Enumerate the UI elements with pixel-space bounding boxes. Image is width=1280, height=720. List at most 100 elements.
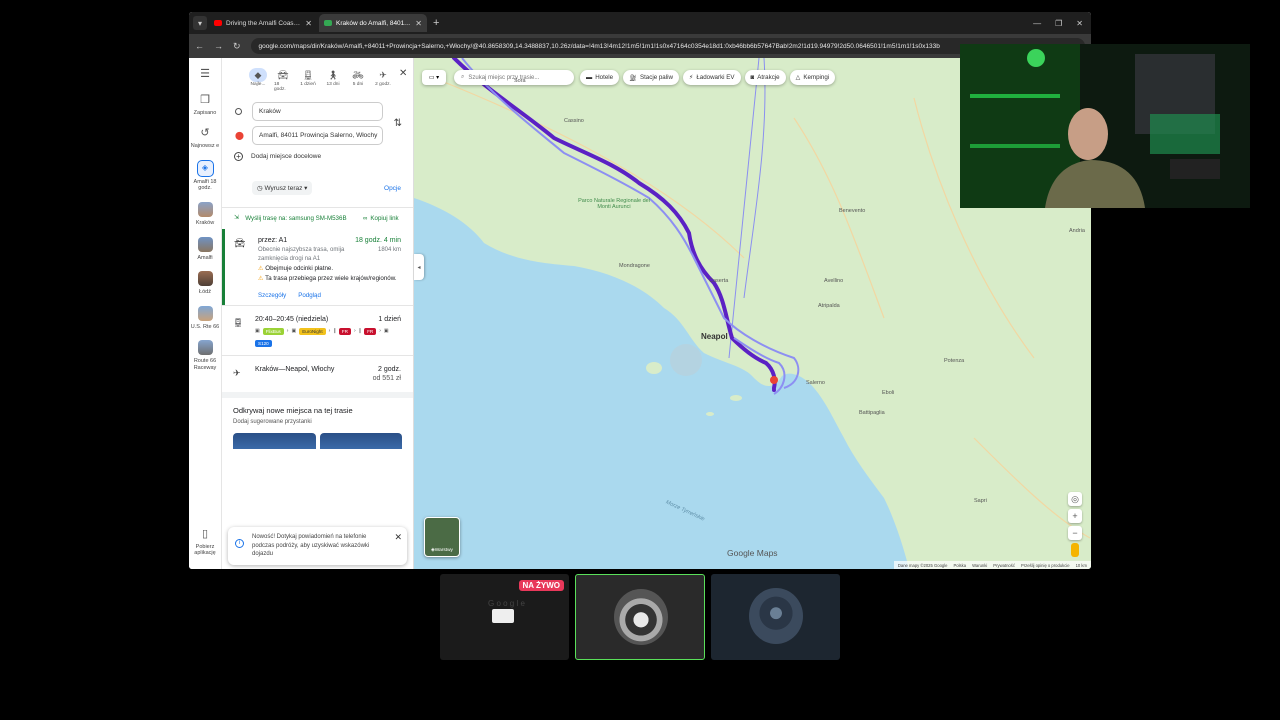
avatar (614, 589, 668, 645)
rail-label: Route 66 Raceway (193, 358, 217, 371)
layers-toggle[interactable]: ◈ Warstwy (424, 517, 460, 557)
mode-label: Najle... (250, 82, 266, 87)
mode-plane[interactable]: ✈︎ 2 godz. (374, 68, 392, 88)
directions-icon: ◈ (196, 159, 214, 177)
swap-icon[interactable]: ⇅ (394, 118, 402, 129)
town-label: Potenza (944, 358, 965, 364)
town-label: Mondragone (619, 263, 650, 269)
filter-label: Ładowarki EV (696, 74, 735, 81)
history-icon: ↺ (200, 126, 210, 139)
my-location-icon[interactable]: ◎ (1068, 492, 1082, 506)
toll-warning: Obejmuje odcinki płatne. (265, 265, 334, 273)
train-time: 20:40–20:45 (niedziela) (255, 315, 329, 323)
recent-route66[interactable]: Route 66 Raceway (190, 340, 221, 371)
suggested-stop-card[interactable] (319, 432, 402, 449)
rail-label: Amalfi (197, 254, 213, 261)
participant-tile[interactable] (711, 574, 840, 660)
route-distance: 1804 km (377, 247, 401, 254)
recent-button[interactable]: ↺ Najnowsz e (190, 127, 221, 150)
train-small-icon: ▣ (291, 328, 297, 335)
park-label: Parco Naturale Regionale dei Monti Aurun… (578, 198, 650, 210)
directions-panel: ◆ Najle... 🚘︎ 18 godz. 🚆︎ 1 dzień 🚶︎ 13 dni … (222, 58, 414, 569)
route-option-train[interactable]: 🚆︎ 20:40–20:45 (niedziela) 1 dzień ▣ FlixB… (222, 304, 413, 355)
filter-ev[interactable]: ⚡︎ Ładowarki EV (682, 70, 741, 85)
avatar (749, 588, 803, 644)
close-icon[interactable]: ✕ (415, 19, 422, 28)
close-icon[interactable]: ✕ (305, 19, 312, 28)
close-directions-icon[interactable]: ✕ (399, 68, 407, 79)
forward-icon[interactable]: → (214, 41, 223, 51)
add-destination-label: Dodaj miejsce docelowe (251, 153, 322, 160)
attribution-item: Dane mapy ©2025 Google (897, 562, 948, 568)
send-to-phone-link[interactable]: Wyślij trasę na: samsung SM-M536B (245, 214, 357, 223)
tab-search-icon[interactable]: ▾ (193, 16, 207, 30)
destination-input[interactable]: Amalfi, 84011 Prowincja Salerno, Włochy (252, 126, 383, 145)
download-app-button[interactable]: ▯ Pobierz aplikację (190, 528, 221, 557)
pegman-icon[interactable] (1071, 543, 1079, 557)
recent-amalfi[interactable]: ◈ Amalfi 18 godz. (190, 159, 221, 192)
depart-dropdown[interactable]: ◷ Wyrusz teraz ▾ (252, 181, 313, 195)
filter-hotels[interactable]: ▬ Hotele (580, 70, 620, 85)
tab-youtube[interactable]: Driving the Amalfi Coast - Italy ✕ (209, 14, 317, 32)
filter-camping[interactable]: △ Kempingi (789, 70, 836, 85)
attribution-item[interactable]: Prywatność (993, 563, 1015, 568)
chevron-icon: › (328, 328, 331, 335)
place-thumbnail (197, 305, 213, 321)
recent-amalfi-2[interactable]: Amalfi (190, 236, 221, 262)
minimize-icon[interactable]: — (1033, 19, 1041, 28)
chevron-icon: › (286, 328, 289, 335)
mode-train[interactable]: 🚆︎ 1 dzień (299, 68, 317, 88)
stream-stage: ▾ Driving the Amalfi Coast - Italy ✕ Kra… (0, 0, 1280, 720)
mode-bike[interactable]: 🚲︎ 5 dni (349, 68, 367, 88)
filter-attractions[interactable]: ◙ Atrakcje (744, 70, 786, 85)
mode-car[interactable]: 🚘︎ 18 godz. (274, 68, 292, 93)
saved-button[interactable]: ❒ Zapisano (190, 94, 221, 117)
attribution-item[interactable]: Warunki (972, 563, 987, 568)
origin-input[interactable]: Kraków (252, 102, 383, 121)
zoom-controls: ◎ + − (1068, 492, 1082, 557)
participant-tile-active[interactable] (575, 574, 705, 660)
keyboard-icon: ▭ ▾ (428, 75, 440, 81)
place-thumbnail (197, 201, 213, 217)
details-link[interactable]: Szczegóły (258, 292, 286, 299)
suggested-stop-card[interactable] (233, 432, 316, 449)
filter-fuel[interactable]: ⛽︎ Stacje paliw (623, 70, 679, 85)
add-destination[interactable]: + Dodaj miejsce docelowe (222, 150, 413, 161)
collapse-panel-button[interactable]: ◂ (414, 254, 424, 280)
route-option-flight[interactable]: ✈︎ Kraków—Neapol, Włochy 2 godz. od 551 z… (222, 354, 413, 392)
maximize-icon[interactable]: ❐ (1055, 19, 1062, 28)
transit-chip: S120 (255, 339, 272, 347)
filter-label: Atrakcje (757, 74, 780, 81)
rail-label: Łódź (199, 289, 211, 296)
copy-link-button[interactable]: ∞ Kopiuj link (363, 214, 401, 223)
attribution-item[interactable]: Polska (954, 563, 967, 568)
discover-section: Odkrywaj nowe miejsca na tej trasie Doda… (222, 391, 413, 449)
zoom-in-button[interactable]: + (1068, 509, 1082, 523)
zoom-out-button[interactable]: − (1068, 526, 1082, 540)
map-layers-button[interactable]: ▭ ▾ (422, 70, 446, 85)
back-icon[interactable]: ← (195, 41, 204, 51)
tab-title: Kraków do Amalfi, 84011 Provi (336, 19, 411, 27)
mode-best[interactable]: ◆ Najle... (249, 68, 267, 87)
route-option-car[interactable]: 🚘︎ przez: A1 18 godz. 4 min Obecnie najsz… (222, 229, 413, 305)
google-maps-logo: Google Maps (727, 548, 778, 558)
close-window-icon[interactable]: ✕ (1076, 19, 1083, 28)
preview-link[interactable]: Podgląd (298, 292, 321, 299)
youtube-icon (214, 20, 222, 26)
participant-tile-screen[interactable]: G o o g l e NA ŻYWO (440, 574, 569, 660)
close-toast-icon[interactable]: ✕ (394, 531, 402, 544)
reload-icon[interactable]: ↻ (233, 41, 241, 52)
menu-button[interactable]: ☰ (190, 68, 221, 84)
recent-lodz[interactable]: Łódź (190, 271, 221, 296)
plane-icon: ✈︎ (379, 69, 387, 80)
options-link[interactable]: Opcje (384, 185, 401, 192)
attribution-item[interactable]: Prześlij opinię o produkcie (1021, 563, 1070, 568)
border-warning: Ta trasa przebiega przez wiele krajów/re… (265, 274, 397, 282)
recent-us66[interactable]: U.S. Rte 66 (190, 305, 221, 331)
rail-label: Najnowsz e (190, 143, 220, 150)
new-tab-icon[interactable]: + (433, 17, 439, 29)
destination-pin-icon: ⬤ (235, 131, 244, 140)
tab-google-maps[interactable]: Kraków do Amalfi, 84011 Provi ✕ (319, 14, 427, 32)
mode-walk[interactable]: 🚶︎ 13 dni (324, 68, 342, 88)
recent-krakow[interactable]: Kraków (190, 201, 221, 227)
